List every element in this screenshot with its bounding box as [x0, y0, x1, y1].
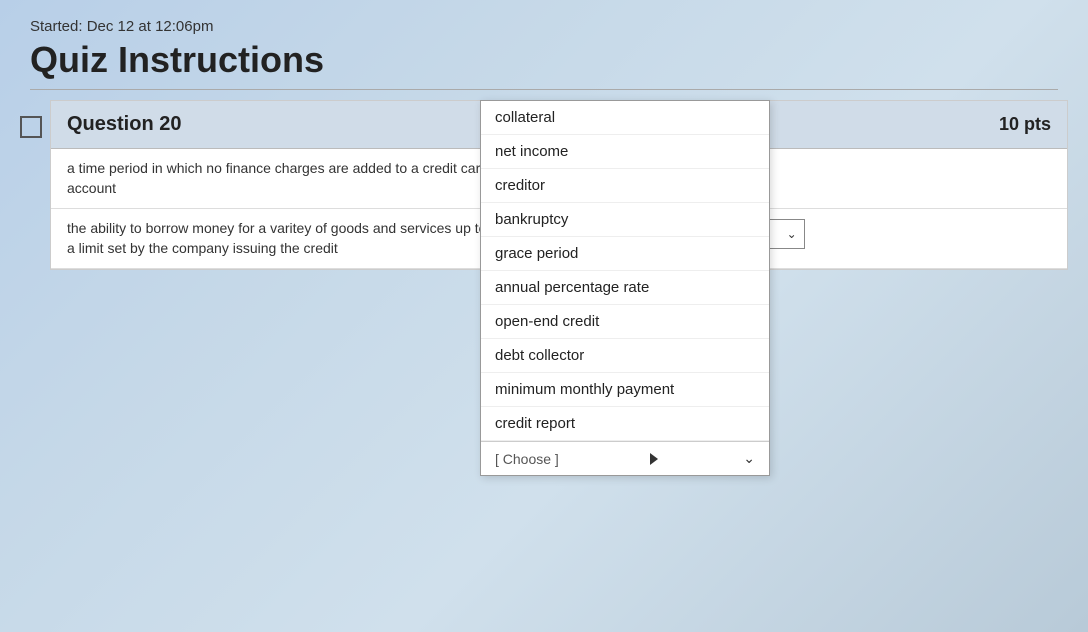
header-divider	[30, 89, 1058, 90]
dropdown-item-net-income[interactable]: net income	[481, 135, 769, 169]
dropdown-item-collateral[interactable]: collateral	[481, 101, 769, 135]
dropdown-open: collateral net income creditor bankruptc…	[480, 100, 770, 476]
page-container: Started: Dec 12 at 12:06pm Quiz Instruct…	[0, 0, 1088, 632]
dropdown-item-debt-collector[interactable]: debt collector	[481, 339, 769, 373]
row-2-definition: the ability to borrow money for a varite…	[67, 220, 486, 256]
dropdown-item-bankruptcy[interactable]: bankruptcy	[481, 203, 769, 237]
cursor-icon	[650, 453, 658, 465]
question-checkbox[interactable]	[20, 116, 42, 138]
dropdown-item-grace-period[interactable]: grace period	[481, 237, 769, 271]
started-text: Started: Dec 12 at 12:06pm	[30, 18, 1058, 35]
dropdown-choose-row: [ Choose ] ⌄	[481, 441, 769, 475]
chevron-down-icon: ⌄	[743, 450, 755, 467]
header-area: Started: Dec 12 at 12:06pm Quiz Instruct…	[0, 0, 1088, 100]
main-content: Question 20 10 pts a time period in whic…	[0, 100, 1088, 632]
dropdown-item-minimum-monthly-payment[interactable]: minimum monthly payment	[481, 373, 769, 407]
choose-label: [ Choose ]	[495, 451, 559, 467]
row-1-definition: a time period in which no finance charge…	[67, 160, 488, 196]
question-number: Question 20	[67, 113, 181, 136]
question-points: 10 pts	[999, 114, 1051, 135]
dropdown-item-creditor[interactable]: creditor	[481, 169, 769, 203]
dropdown-item-credit-report[interactable]: credit report	[481, 407, 769, 441]
quiz-title: Quiz Instructions	[30, 39, 1058, 81]
dropdown-item-annual-percentage-rate[interactable]: annual percentage rate	[481, 271, 769, 305]
question-checkbox-area	[20, 100, 50, 270]
dropdown-item-open-end-credit[interactable]: open-end credit	[481, 305, 769, 339]
